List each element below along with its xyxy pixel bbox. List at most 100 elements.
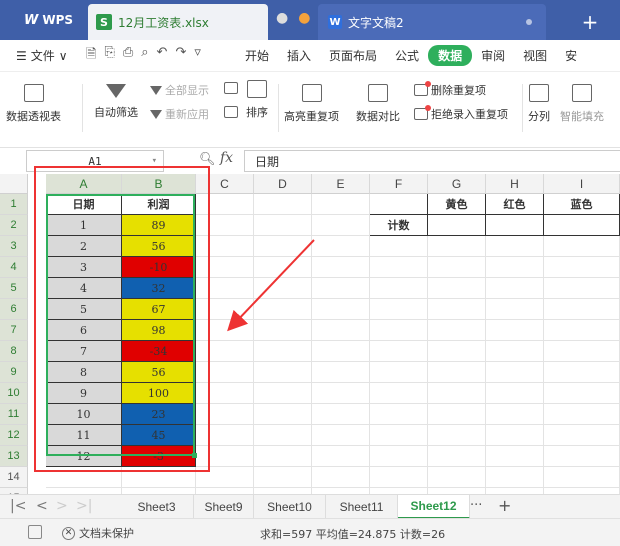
cell-b1-profit-header[interactable]: 利润 — [122, 194, 196, 215]
grid-cell[interactable] — [544, 236, 620, 257]
first-sheet-icon[interactable]: |< — [10, 498, 26, 514]
tab-document-file[interactable]: W 文字文稿2 — [318, 4, 546, 40]
name-box[interactable]: A1 ▾ — [26, 150, 164, 172]
grid-cell[interactable] — [428, 257, 486, 278]
grid-cell[interactable] — [312, 446, 370, 467]
grid-cell[interactable] — [486, 467, 544, 488]
grid-cell[interactable] — [428, 383, 486, 404]
data-compare-button[interactable]: 数据对比 — [356, 84, 400, 124]
grid-cell[interactable] — [196, 215, 254, 236]
grid-cell[interactable] — [486, 404, 544, 425]
grid-cell[interactable] — [312, 215, 370, 236]
grid-cell[interactable] — [486, 362, 544, 383]
column-header-b[interactable]: B — [122, 174, 196, 194]
row-header-11[interactable]: 11 — [0, 404, 28, 425]
row-header-4[interactable]: 4 — [0, 257, 28, 278]
grid-cell[interactable] — [196, 467, 254, 488]
cell-profit[interactable]: 32 — [122, 278, 196, 299]
cell-date[interactable]: 10 — [46, 404, 122, 425]
grid-cell[interactable] — [370, 257, 428, 278]
new-tab-button[interactable]: + — [560, 4, 620, 40]
grid-cell[interactable] — [544, 341, 620, 362]
menu-formulas[interactable]: 公式 — [386, 47, 428, 64]
menu-security[interactable]: 安 — [556, 47, 586, 64]
grid-cell[interactable] — [544, 362, 620, 383]
grid-cell[interactable] — [254, 467, 312, 488]
grid-cell[interactable] — [312, 299, 370, 320]
menu-view[interactable]: 视图 — [514, 47, 556, 64]
grid-cell[interactable] — [370, 320, 428, 341]
row-header-5[interactable]: 5 — [0, 278, 28, 299]
zoom-icon[interactable]: 🔍︎ — [199, 152, 216, 167]
sort-button[interactable]: 排序 — [246, 80, 268, 120]
wps-home-tab[interactable]: W WPS — [0, 0, 88, 40]
sheet-tab-sheet10[interactable]: Sheet10 — [254, 495, 326, 519]
menu-review[interactable]: 审阅 — [472, 47, 514, 64]
column-header-i[interactable]: I — [544, 174, 620, 194]
column-header-e[interactable]: E — [312, 174, 370, 194]
grid-cell[interactable] — [196, 257, 254, 278]
grid-cell[interactable] — [312, 425, 370, 446]
last-sheet-icon[interactable]: >| — [76, 498, 92, 514]
reapply-button[interactable]: 重新应用 — [150, 106, 209, 122]
menu-home[interactable]: 开始 — [236, 47, 278, 64]
more-icon[interactable]: ▿ — [194, 45, 201, 67]
sort-descending-button[interactable] — [224, 106, 238, 118]
grid-cell[interactable] — [544, 467, 620, 488]
grid-cell[interactable] — [196, 341, 254, 362]
grid-cell[interactable] — [254, 257, 312, 278]
grid-cell[interactable] — [370, 362, 428, 383]
undo-icon[interactable]: ↶ — [157, 45, 168, 67]
column-header-c[interactable]: C — [196, 174, 254, 194]
grid-cell[interactable] — [254, 278, 312, 299]
grid-cell[interactable] — [254, 194, 312, 215]
menu-data[interactable]: 数据 — [428, 45, 473, 66]
grid-cell[interactable] — [486, 278, 544, 299]
grid-cell[interactable] — [370, 425, 428, 446]
grid-cell[interactable] — [312, 320, 370, 341]
row-header-14[interactable]: 14 — [0, 467, 28, 488]
cell-date[interactable]: 12 — [46, 446, 122, 467]
show-all-button[interactable]: 全部显示 — [150, 82, 209, 98]
cell-date[interactable]: 3 — [46, 257, 122, 278]
grid-cell[interactable] — [544, 446, 620, 467]
grid-cell[interactable] — [486, 236, 544, 257]
grid-cell[interactable] — [486, 425, 544, 446]
cell-date[interactable]: 5 — [46, 299, 122, 320]
select-all-corner[interactable] — [0, 174, 28, 194]
cell-profit[interactable]: -34 — [122, 341, 196, 362]
grid-cell[interactable] — [196, 446, 254, 467]
grid-cell[interactable] — [428, 215, 486, 236]
grid-cell[interactable] — [428, 404, 486, 425]
cell-profit[interactable]: 100 — [122, 383, 196, 404]
cell-a1-date-header[interactable]: 日期 — [46, 194, 122, 215]
grid-cell[interactable] — [312, 278, 370, 299]
grid-cell[interactable] — [370, 278, 428, 299]
grid-cell[interactable] — [428, 362, 486, 383]
fill-handle[interactable] — [192, 453, 197, 458]
grid-cell[interactable] — [312, 236, 370, 257]
cell-date[interactable]: 9 — [46, 383, 122, 404]
chevron-down-icon[interactable]: ▾ — [152, 156, 157, 166]
grid-cell[interactable] — [312, 362, 370, 383]
grid-cell[interactable] — [196, 404, 254, 425]
grid-cell[interactable] — [196, 194, 254, 215]
grid-cell[interactable] — [544, 404, 620, 425]
row-header-13[interactable]: 13 — [0, 446, 28, 467]
row-header-7[interactable]: 7 — [0, 320, 28, 341]
row-header-6[interactable]: 6 — [0, 299, 28, 320]
next-sheet-icon[interactable]: > — [56, 498, 68, 514]
cell-profit[interactable]: -10 — [122, 257, 196, 278]
export-icon[interactable]: ⎘ — [104, 45, 114, 67]
formula-input[interactable]: 日期 — [244, 150, 620, 172]
cell-profit[interactable]: 56 — [122, 362, 196, 383]
reject-duplicates-button[interactable]: 拒绝录入重复项 — [414, 105, 508, 122]
grid-cell[interactable] — [370, 383, 428, 404]
grid-cell[interactable] — [254, 215, 312, 236]
grid-cell[interactable] — [544, 320, 620, 341]
grid-cell[interactable] — [428, 320, 486, 341]
grid-cell[interactable] — [254, 383, 312, 404]
grid-cell[interactable] — [486, 299, 544, 320]
row-header-9[interactable]: 9 — [0, 362, 28, 383]
grid-cell[interactable] — [544, 278, 620, 299]
